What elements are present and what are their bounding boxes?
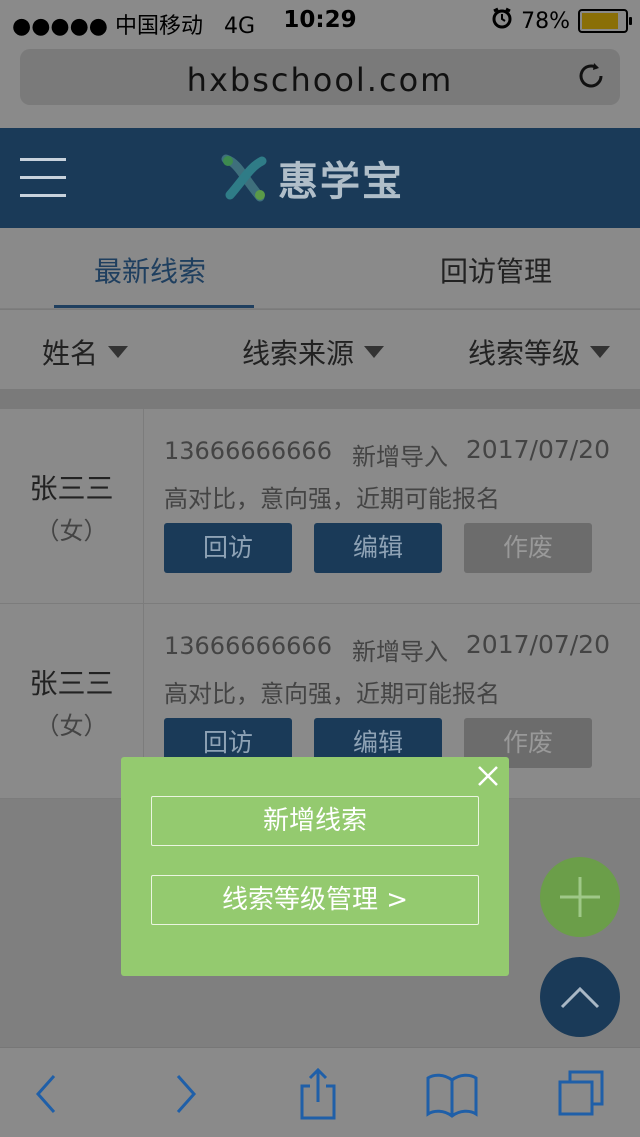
lead-note: 高对比，意向强，近期可能报名 [164, 485, 500, 513]
lead-row[interactable]: 张三三 （女） 13666666666 新增导入 2017/07/20 高对比，… [0, 409, 640, 604]
tab-visit-management[interactable]: 回访管理 [440, 250, 552, 290]
app-header: 惠学宝 [0, 128, 640, 228]
chevron-up-icon [560, 986, 600, 1009]
tab-latest-leads[interactable]: 最新线索 [94, 250, 206, 290]
lead-source: 新增导入 [352, 443, 448, 471]
dropdown-arrow-icon [364, 346, 385, 358]
lead-phone: 13666666666 [164, 437, 332, 465]
lead-phone: 13666666666 [164, 632, 332, 660]
lead-name: 张三三 [29, 472, 114, 505]
lead-gender: （女） [35, 712, 108, 740]
add-lead-button[interactable]: 新增线索 [151, 796, 479, 846]
lead-gender: （女） [35, 517, 108, 545]
battery-percent: 78% [521, 8, 570, 34]
hamburger-icon[interactable] [20, 158, 66, 198]
dropdown-arrow-icon [590, 346, 611, 358]
lead-date: 2017/07/20 [465, 435, 610, 464]
chevron-right-icon[interactable] [158, 1066, 214, 1122]
visit-button[interactable]: 回访 [164, 523, 292, 573]
book-icon[interactable] [424, 1066, 480, 1122]
plus-icon [560, 877, 600, 917]
filter-source[interactable]: 线索来源 [242, 332, 385, 372]
quick-action-popup: 新增线索 线索等级管理 > [121, 757, 509, 976]
lead-date: 2017/07/20 [465, 630, 610, 659]
lead-source: 新增导入 [352, 638, 448, 666]
status-bar: ●●●●● 中国移动 4G 10:29 78% [0, 0, 640, 40]
scroll-top-button[interactable] [540, 957, 620, 1037]
chevron-left-icon[interactable] [20, 1066, 76, 1122]
tab-bar: 最新线索 回访管理 [0, 228, 640, 308]
filter-source-label: 线索来源 [242, 337, 355, 370]
logo-text: 惠学宝 [278, 159, 404, 205]
alarm-icon [491, 7, 513, 35]
status-right: 78% [491, 7, 632, 35]
edit-button[interactable]: 编辑 [314, 523, 442, 573]
add-fab-button[interactable] [540, 857, 620, 937]
dropdown-arrow-icon [108, 346, 129, 358]
lead-note: 高对比，意向强，近期可能报名 [164, 680, 500, 708]
battery-icon [578, 9, 632, 33]
section-gap [0, 389, 640, 409]
lead-name: 张三三 [29, 667, 114, 700]
active-tab-indicator [54, 305, 254, 308]
tabs-icon[interactable] [556, 1066, 612, 1122]
lead-name-column: 张三三 （女） [0, 409, 144, 603]
reload-icon[interactable] [574, 59, 608, 93]
void-button[interactable]: 作废 [464, 523, 592, 573]
lead-list: 张三三 （女） 13666666666 新增导入 2017/07/20 高对比，… [0, 409, 640, 799]
browser-address-area: hxbschool.com [0, 40, 640, 128]
close-icon[interactable] [477, 765, 499, 787]
filter-level-label: 线索等级 [468, 337, 581, 370]
lead-level-manage-button[interactable]: 线索等级管理 > [151, 875, 479, 925]
browser-toolbar [0, 1047, 640, 1137]
filter-name-label: 姓名 [42, 337, 99, 370]
filter-name[interactable]: 姓名 [42, 332, 129, 372]
address-bar[interactable]: hxbschool.com [20, 49, 620, 105]
url-text[interactable]: hxbschool.com [20, 61, 620, 99]
filter-bar: 姓名 线索来源 线索等级 [0, 309, 640, 390]
app-logo: 惠学宝 [220, 150, 404, 206]
filter-level[interactable]: 线索等级 [468, 332, 611, 372]
share-icon[interactable] [290, 1066, 346, 1122]
logo-mark-icon [221, 154, 267, 202]
